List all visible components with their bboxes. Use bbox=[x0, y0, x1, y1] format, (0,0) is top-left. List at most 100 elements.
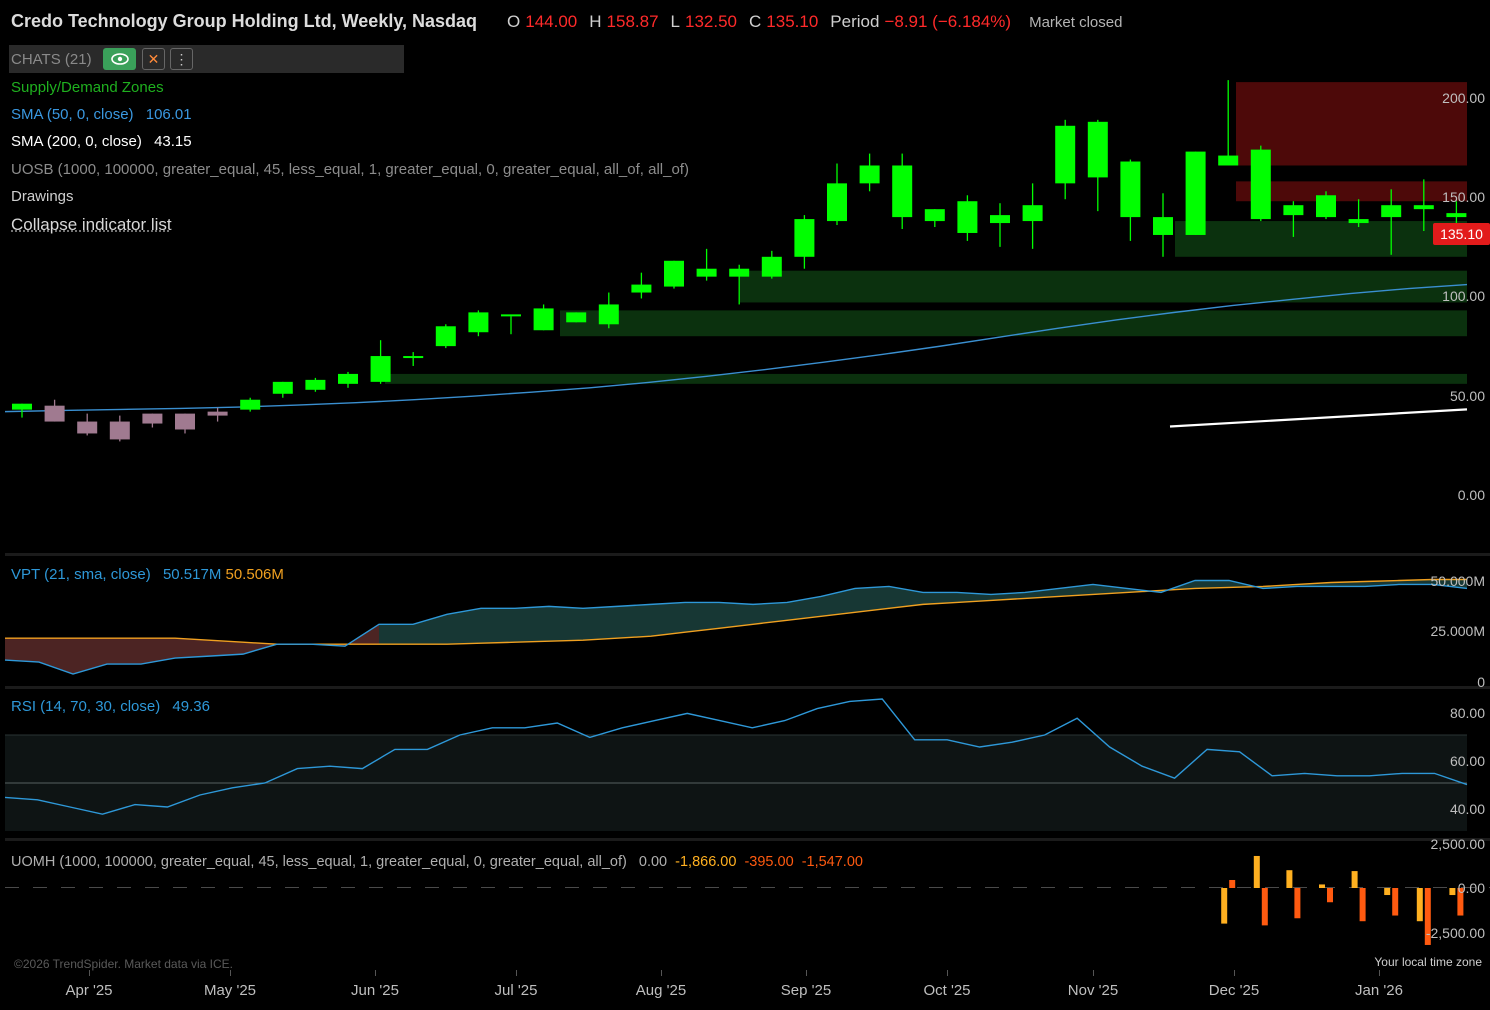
x-label-nov: Nov '25 bbox=[1067, 982, 1119, 999]
candle-body bbox=[664, 260, 684, 287]
x-tick-mark bbox=[375, 970, 376, 976]
vpt-signal-value: 50.506M bbox=[225, 566, 284, 583]
price-tick-0: 0.00 bbox=[1457, 487, 1485, 503]
uomh-bar bbox=[1327, 888, 1333, 903]
candle-body bbox=[1348, 219, 1369, 224]
uomh-bar bbox=[1319, 884, 1325, 888]
uomh-bar bbox=[1359, 888, 1366, 922]
candle-body bbox=[1316, 195, 1336, 218]
x-label-dec: Dec '25 bbox=[1208, 982, 1260, 999]
uomh-tick-0: 0.00 bbox=[1457, 880, 1485, 896]
candle-body bbox=[207, 411, 228, 416]
candle-body bbox=[1087, 121, 1108, 178]
uomh-bar bbox=[1449, 888, 1456, 896]
last-price-tag: 135.10 bbox=[1433, 223, 1490, 245]
uomh-bar bbox=[1221, 888, 1228, 924]
x-tick-mark bbox=[89, 970, 90, 976]
demand-zone bbox=[385, 373, 1467, 384]
candle-body bbox=[1153, 217, 1173, 235]
x-label-jan: Jan '26 bbox=[1355, 982, 1403, 999]
candle-body bbox=[272, 381, 293, 394]
uomh-bar bbox=[1392, 888, 1399, 916]
timezone-label[interactable]: Your local time zone bbox=[1374, 955, 1482, 969]
candle-body bbox=[142, 413, 163, 424]
candle-body bbox=[77, 421, 98, 434]
candle-body bbox=[892, 165, 913, 218]
x-tick-mark bbox=[516, 970, 517, 976]
uomh-legend[interactable]: UOMH (1000, 100000, greater_equal, 45, l… bbox=[11, 854, 863, 870]
x-tick-mark bbox=[661, 970, 662, 976]
candle-body bbox=[338, 373, 358, 384]
candle-body bbox=[566, 312, 587, 323]
vpt-label: VPT (21, sma, close) bbox=[11, 566, 151, 583]
candle-body bbox=[1185, 151, 1206, 235]
sma200-line bbox=[1169, 408, 1468, 428]
rsi-label: RSI (14, 70, 30, close) bbox=[11, 698, 161, 715]
uomh-label: UOMH (1000, 100000, greater_equal, 45, l… bbox=[11, 854, 627, 870]
candle-body bbox=[1413, 205, 1434, 210]
candle-body bbox=[1120, 161, 1141, 218]
x-tick-mark bbox=[1379, 970, 1380, 976]
candle-body bbox=[924, 209, 945, 222]
candle-body bbox=[370, 356, 391, 382]
demand-zone bbox=[740, 270, 1467, 303]
rsi-value: 49.36 bbox=[172, 698, 210, 715]
candle-body bbox=[1446, 213, 1467, 218]
x-tick-mark bbox=[230, 970, 231, 976]
candle-body bbox=[598, 304, 619, 325]
x-tick-mark bbox=[1093, 970, 1094, 976]
uomh-bar bbox=[1384, 888, 1391, 896]
x-label-sep: Sep '25 bbox=[780, 982, 832, 999]
candle-body bbox=[1250, 149, 1271, 220]
candle-body bbox=[44, 405, 65, 422]
x-label-jun: Jun '25 bbox=[351, 982, 399, 999]
uomh-tick-2500: 2,500.00 bbox=[1430, 836, 1486, 852]
x-tick-mark bbox=[1234, 970, 1235, 976]
uomh-value-3: -395.00 bbox=[744, 854, 794, 870]
x-label-apr: Apr '25 bbox=[65, 982, 113, 999]
uomh-value-2: -1,866.00 bbox=[675, 854, 737, 870]
uomh-bar bbox=[1351, 871, 1358, 888]
candle-body bbox=[175, 413, 195, 430]
candle-body bbox=[1218, 155, 1239, 166]
x-tick-mark bbox=[806, 970, 807, 976]
candle-body bbox=[696, 268, 717, 277]
candle-body bbox=[109, 421, 130, 440]
x-label-may: May '25 bbox=[203, 982, 257, 999]
uomh-tick-neg2500: -2,500.00 bbox=[1425, 925, 1485, 941]
uomh-bar bbox=[1253, 855, 1260, 888]
demand-zone bbox=[560, 310, 1467, 337]
candle-body bbox=[827, 183, 847, 222]
uomh-bar bbox=[1261, 888, 1268, 926]
uomh-bar bbox=[1416, 888, 1423, 922]
uomh-bar bbox=[1294, 888, 1301, 919]
candle-body bbox=[957, 201, 978, 233]
price-tick-100: 100.00 bbox=[1442, 288, 1485, 304]
price-tick-200: 200.00 bbox=[1442, 90, 1485, 106]
candle-body bbox=[501, 314, 521, 317]
price-tick-150: 150.00 bbox=[1442, 189, 1485, 205]
candle-body bbox=[533, 308, 554, 331]
candle-body bbox=[631, 284, 652, 293]
price-tick-50: 50.00 bbox=[1449, 388, 1485, 404]
candle-body bbox=[1022, 205, 1043, 222]
candle-body bbox=[761, 256, 782, 277]
candle-body bbox=[1381, 205, 1402, 218]
uomh-value-4: -1,547.00 bbox=[801, 854, 863, 870]
candle-body bbox=[794, 219, 815, 257]
vpt-negative-fill bbox=[5, 624, 379, 675]
rsi-tick-80: 80.00 bbox=[1449, 705, 1485, 721]
candle-body bbox=[435, 326, 456, 347]
x-tick-mark bbox=[947, 970, 948, 976]
candle-body bbox=[12, 403, 32, 410]
candle-body bbox=[1283, 205, 1304, 216]
vpt-value: 50.517M bbox=[162, 566, 222, 583]
vpt-line bbox=[4, 579, 1468, 675]
candle-body bbox=[729, 268, 750, 277]
rsi-legend[interactable]: RSI (14, 70, 30, close) 49.36 bbox=[11, 698, 210, 715]
uomh-bar bbox=[1229, 879, 1236, 888]
x-label-aug: Aug '25 bbox=[635, 982, 687, 999]
candle-body bbox=[403, 356, 424, 359]
copyright-text: ©2026 TrendSpider. Market data via ICE. bbox=[14, 957, 233, 971]
vpt-legend[interactable]: VPT (21, sma, close) 50.517M 50.506M bbox=[11, 566, 284, 583]
